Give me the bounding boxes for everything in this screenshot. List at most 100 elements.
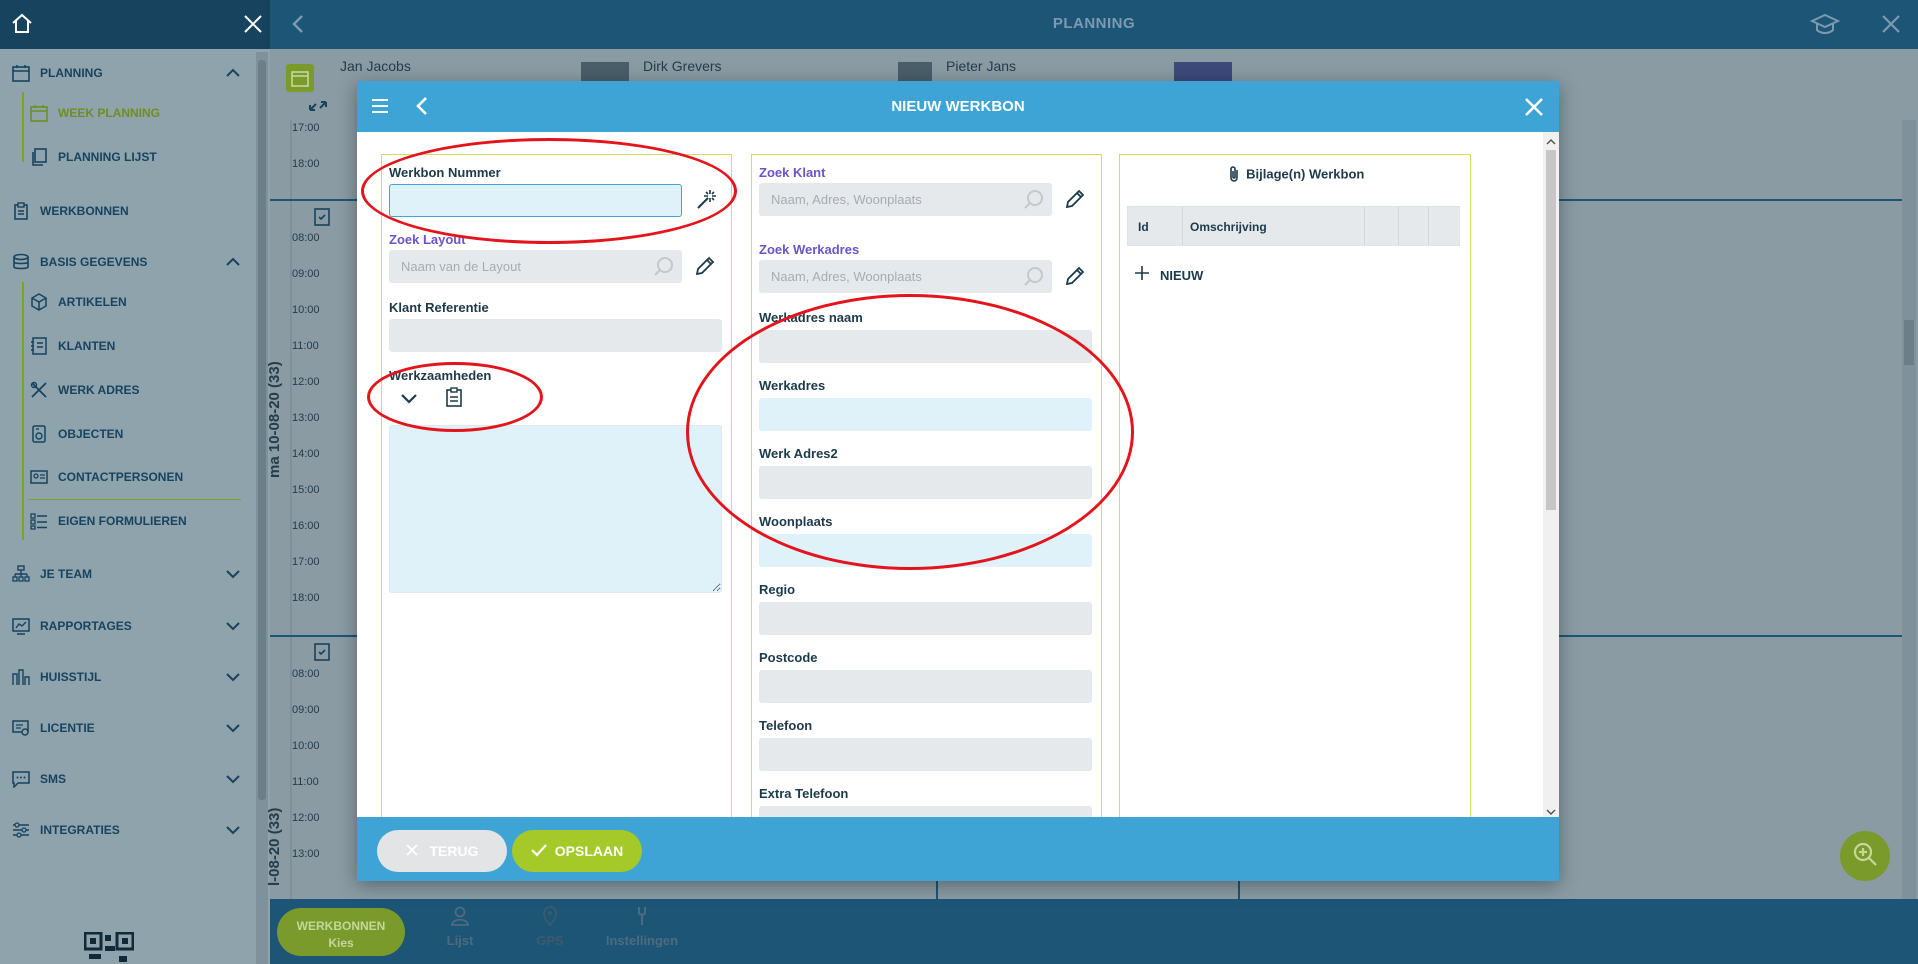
sidebar-item-contactpersonen[interactable]: CONTACTPERSONEN	[0, 459, 255, 495]
postcode-field[interactable]	[759, 670, 1092, 703]
sidebar-item-eigen-formulieren[interactable]: EIGEN FORMULIEREN	[0, 503, 255, 539]
column-header-omschrijving[interactable]: Omschrijving	[1190, 220, 1267, 234]
wrench-icon	[596, 905, 688, 929]
clipboard-icon[interactable]	[313, 206, 331, 226]
paperclip-icon	[1226, 165, 1242, 183]
check-icon	[530, 843, 547, 860]
zoek-layout-field[interactable]: Naam van de Layout	[389, 250, 682, 283]
werkbonnen-kies-button[interactable]: WERKBONNEN Kies	[277, 908, 405, 956]
sidebar-item-artikelen[interactable]: ARTIKELEN	[0, 284, 255, 320]
chevron-down-icon[interactable]	[223, 769, 243, 789]
chevron-down-icon[interactable]	[223, 820, 243, 840]
gps-label: GPS	[536, 933, 564, 948]
sidebar-item-label: LICENTIE	[40, 721, 95, 735]
woonplaats-field[interactable]	[759, 534, 1092, 567]
time-label: 09:00	[292, 704, 320, 716]
sidebar-item-werk-adres[interactable]: WERK ADRES	[0, 372, 255, 408]
telefoon-field[interactable]	[759, 738, 1092, 771]
chevron-down-icon[interactable]	[223, 616, 243, 636]
sidebar-item-label: WERKBONNEN	[40, 204, 129, 218]
search-icon[interactable]	[1022, 188, 1046, 212]
klant-referentie-field[interactable]	[389, 319, 722, 352]
clipboard-icon[interactable]	[313, 641, 331, 661]
pencil-icon[interactable]	[1064, 188, 1086, 210]
search-icon[interactable]	[652, 255, 676, 279]
chevron-up-icon[interactable]	[223, 252, 243, 272]
time-label: 18:00	[292, 592, 320, 604]
graduation-cap-icon[interactable]	[1809, 13, 1841, 37]
sidebar-item-label: JE TEAM	[40, 567, 93, 581]
chevron-down-icon[interactable]	[399, 388, 419, 408]
scrollbar-thumb[interactable]	[1546, 150, 1556, 510]
column-divider	[1364, 207, 1365, 245]
sidebar-item-huisstijl[interactable]: HUISSTIJL	[0, 659, 255, 695]
sidebar-item-licentie[interactable]: LICENTIE	[0, 710, 255, 746]
klant-panel: Zoek Klant Naam, Adres, Woonplaats Zoek …	[751, 154, 1102, 818]
sidebar-item-planning-lijst[interactable]: PLANNING LIJST	[0, 139, 255, 175]
opslaan-label: OPSLAAN	[554, 843, 624, 859]
sidebar-item-label: KLANTEN	[58, 339, 116, 353]
kies-label: Kies	[328, 936, 354, 950]
regio-field[interactable]	[759, 602, 1092, 635]
time-label: 10:00	[292, 740, 320, 752]
sidebar-item-je-team[interactable]: JE TEAM	[0, 556, 255, 592]
chevron-up-icon[interactable]	[223, 63, 243, 83]
zoek-klant-field[interactable]: Naam, Adres, Woonplaats	[759, 183, 1052, 216]
close-icon	[405, 843, 418, 859]
zoek-werkadres-label: Zoek Werkadres	[759, 242, 860, 257]
werk-adres2-field[interactable]	[759, 466, 1092, 499]
user-icon	[420, 905, 500, 929]
werkadres-field[interactable]	[759, 398, 1092, 431]
top-bar: PLANNING	[270, 0, 1918, 49]
zoom-in-button[interactable]	[1840, 831, 1890, 881]
planning-scrollbar[interactable]	[1902, 120, 1916, 900]
sidebar-item-basis-gegevens[interactable]: BASIS GEGEVENS	[0, 244, 255, 280]
bijlagen-title: Bijlage(n) Werkbon	[1246, 166, 1365, 182]
calendar-button-icon[interactable]	[286, 64, 314, 92]
werkadres-naam-field[interactable]	[759, 330, 1092, 363]
chevron-down-icon[interactable]	[223, 667, 243, 687]
search-icon[interactable]	[1022, 265, 1046, 289]
lijst-button[interactable]: Lijst	[420, 905, 500, 948]
nieuw-bijlage-button[interactable]: NIEUW	[1134, 263, 1203, 287]
close-icon[interactable]	[1880, 13, 1902, 35]
sidebar-item-planning[interactable]: PLANNING	[0, 55, 255, 91]
scrollbar-thumb[interactable]	[1904, 320, 1914, 365]
sidebar-item-week-planning[interactable]: WEEK PLANNING	[0, 95, 255, 131]
sidebar-item-klanten[interactable]: KLANTEN	[0, 328, 255, 364]
column-header-id[interactable]: Id	[1138, 220, 1149, 234]
sidebar-item-rapportages[interactable]: RAPPORTAGES	[0, 608, 255, 644]
werkbon-nummer-input[interactable]	[389, 184, 682, 217]
scrollbar-thumb[interactable]	[258, 60, 266, 800]
sidebar-item-werkbonnen[interactable]: WERKBONNEN	[0, 193, 255, 229]
team-icon	[10, 563, 32, 585]
sidebar-item-integraties[interactable]: INTEGRATIES	[0, 812, 255, 848]
home-icon[interactable]	[10, 12, 34, 36]
postcode-label: Postcode	[759, 650, 818, 665]
zoek-werkadres-field[interactable]: Naam, Adres, Woonplaats	[759, 260, 1052, 293]
sidebar-item-sms[interactable]: SMS	[0, 761, 255, 797]
magic-wand-icon[interactable]	[694, 188, 718, 212]
pencil-icon[interactable]	[1064, 265, 1086, 287]
gps-button[interactable]: GPS	[520, 905, 580, 948]
swap-icon[interactable]	[306, 96, 330, 116]
list-icon	[28, 510, 50, 532]
sidebar-item-label: WERK ADRES	[58, 383, 140, 397]
dialog-scrollbar[interactable]	[1543, 132, 1559, 817]
nieuw-label: NIEUW	[1160, 267, 1204, 283]
brand-icon	[10, 666, 32, 688]
clipboard-icon[interactable]	[445, 387, 463, 407]
close-sidebar-icon[interactable]	[242, 13, 264, 35]
close-icon[interactable]	[1523, 96, 1545, 118]
chevron-down-icon[interactable]	[223, 718, 243, 738]
pencil-icon[interactable]	[694, 255, 716, 277]
avatar	[581, 62, 629, 82]
werkzaamheden-textarea[interactable]	[389, 425, 722, 593]
terug-button[interactable]: TERUG	[377, 830, 507, 872]
opslaan-button[interactable]: OPSLAAN	[512, 830, 642, 872]
instellingen-button[interactable]: Instellingen	[596, 905, 688, 948]
chevron-down-icon[interactable]	[223, 564, 243, 584]
database-icon	[10, 251, 32, 273]
lijst-label: Lijst	[446, 933, 474, 948]
sidebar-item-objecten[interactable]: OBJECTEN	[0, 416, 255, 452]
